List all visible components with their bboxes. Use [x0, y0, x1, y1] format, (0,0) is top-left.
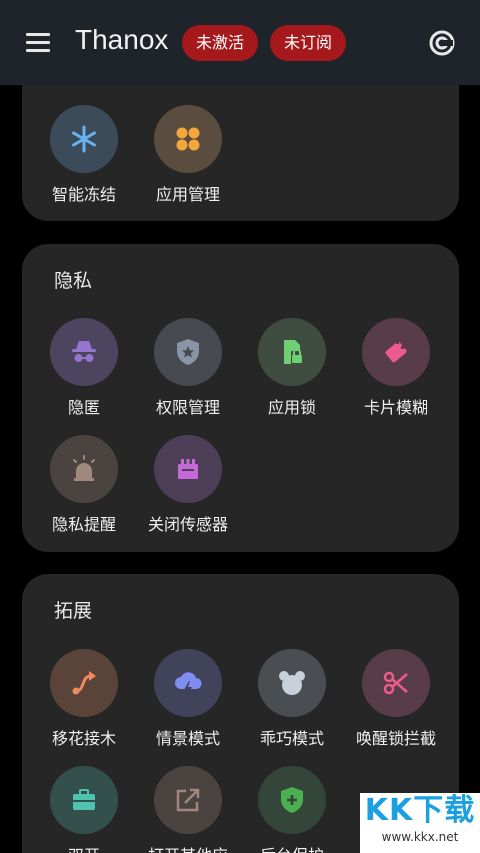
feature-list[interactable]: 智能冻结 应用管理 隐私 隐匿 权限管理 应用锁 卡片模糊 隐私提醒 关闭传感器…	[0, 85, 480, 853]
feature-app-manage[interactable]: 应用管理	[136, 105, 240, 205]
scissors-icon	[383, 671, 408, 695]
feature-redirect[interactable]: 移花接木	[32, 649, 136, 749]
feature-label: 打开其他应	[136, 842, 240, 853]
snowflake-icon	[72, 125, 96, 153]
feature-wakelock-block[interactable]: 唤醒锁拦截	[344, 649, 448, 749]
not-subscribed-badge[interactable]: 未订阅	[270, 25, 347, 61]
app-lock-icon	[284, 340, 302, 364]
shield-star-icon	[177, 339, 199, 365]
refresh-icon[interactable]	[428, 29, 456, 57]
feature-card-blur[interactable]: 卡片模糊	[344, 318, 448, 418]
feature-label: 情景模式	[155, 729, 220, 748]
not-activated-badge[interactable]: 未激活	[182, 25, 259, 61]
watermark-url: www.kkx.net	[381, 830, 459, 844]
briefcase-icon	[73, 789, 95, 810]
feature-label: 应用管理	[155, 185, 220, 204]
feature-open-other-app[interactable]: 打开其他应	[136, 766, 240, 853]
blur-card-icon	[385, 341, 407, 363]
card-privacy: 隐私 隐匿 权限管理 应用锁 卡片模糊 隐私提醒 关闭传感器	[22, 244, 459, 552]
feature-label: 双开	[32, 842, 136, 853]
sensor-off-icon	[178, 459, 198, 479]
incognito-icon	[72, 341, 96, 362]
feature-label: 后台保护	[240, 842, 344, 853]
section-title-extend: 拓展	[54, 600, 93, 622]
feature-privacy-alert[interactable]: 隐私提醒	[32, 435, 136, 535]
open-external-icon	[176, 788, 200, 812]
feature-obedient-mode[interactable]: 乖巧模式	[240, 649, 344, 749]
feature-permission-manage[interactable]: 权限管理	[136, 318, 240, 418]
feature-scene-mode[interactable]: 情景模式	[136, 649, 240, 749]
feature-background-protect[interactable]: 后台保护	[240, 766, 344, 853]
feature-sensor-off[interactable]: 关闭传感器	[136, 435, 240, 535]
feature-label: 权限管理	[155, 398, 220, 417]
feature-label: 关闭传感器	[147, 515, 228, 534]
feature-incognito[interactable]: 隐匿	[32, 318, 136, 418]
feature-label: 应用锁	[267, 398, 316, 417]
feature-smart-freeze[interactable]: 智能冻结	[32, 105, 136, 205]
weather-bolt-icon	[175, 672, 202, 697]
feature-label: 移花接木	[51, 729, 116, 748]
feature-dual-app[interactable]: 双开	[32, 766, 136, 853]
feature-app-lock[interactable]: 应用锁	[240, 318, 344, 418]
bear-icon	[279, 671, 305, 695]
alarm-light-icon	[73, 455, 95, 481]
section-title-privacy: 隐私	[54, 270, 93, 292]
app-bar: Thanox 未激活 未订阅	[0, 0, 480, 85]
app-title: Thanox	[75, 24, 169, 55]
shield-plus-icon	[281, 787, 303, 813]
menu-icon[interactable]	[26, 33, 50, 53]
watermark-logo: KK下载	[364, 793, 476, 828]
card-main-features: 智能冻结 应用管理	[22, 85, 459, 221]
feature-label: 唤醒锁拦截	[355, 729, 436, 748]
apps-grid-icon	[176, 127, 200, 151]
feature-label: 卡片模糊	[363, 398, 428, 417]
route-icon	[72, 671, 96, 695]
feature-label: 隐私提醒	[51, 515, 116, 534]
watermark: KK下载 www.kkx.net	[360, 793, 480, 853]
feature-label: 乖巧模式	[259, 729, 324, 748]
feature-label: 隐匿	[67, 398, 100, 417]
feature-label: 智能冻结	[51, 185, 116, 204]
